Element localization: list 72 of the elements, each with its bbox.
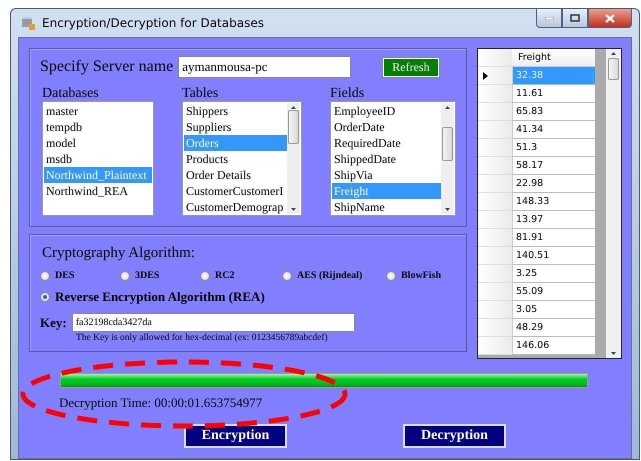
radio-option[interactable]: BlowFish <box>386 270 456 281</box>
list-item[interactable]: EmployeeID <box>332 103 441 119</box>
table-cell: 81.91 <box>512 229 595 247</box>
list-item[interactable]: Shippers <box>184 103 287 119</box>
list-title: Databases <box>42 87 100 101</box>
table-cell: 51.3 <box>512 139 595 157</box>
table-cell: 11.61 <box>512 85 595 103</box>
list-title: Tables <box>182 87 220 101</box>
table-cell: 146.06 <box>512 337 595 355</box>
key-hint: The Key is only allowed for hex-decimal (ex: 0123456789abcdef) <box>76 333 329 343</box>
table-cell: 48.29 <box>512 319 595 337</box>
list-box[interactable]: master tempdb model msdb Northwind_Plaintext Northwind_REA <box>42 101 154 216</box>
list-item[interactable]: tempdb <box>44 119 152 135</box>
list-item[interactable]: Suppliers <box>184 119 287 135</box>
list-item[interactable]: Products <box>184 151 287 167</box>
table-cell: 55.09 <box>512 283 595 301</box>
radio-option[interactable]: 3DES <box>120 270 200 281</box>
action-button[interactable]: Encryption <box>184 424 287 448</box>
list-item[interactable]: msdb <box>44 151 152 167</box>
database-icon <box>20 15 36 31</box>
list-title: Fields <box>330 87 366 101</box>
minimize-button[interactable] <box>536 9 562 28</box>
list-item[interactable]: OrderDate <box>332 119 441 135</box>
list-box[interactable]: EmployeeID OrderDate RequiredDate ShippedDate ShipVia Freight ShipName <box>330 101 456 216</box>
list-item[interactable]: ShippedDate <box>332 151 441 167</box>
list-box[interactable]: Shippers Suppliers Orders Products Order Details CustomerCustomerI CustomerDemograp <box>182 101 302 216</box>
decryption-time: Decryption Time: 00:00:01.653754977 <box>59 395 264 411</box>
table-cell: 140.51 <box>512 247 595 265</box>
server-field[interactable]: aymanmousa-pc <box>178 56 352 78</box>
current-row-icon <box>483 72 488 80</box>
list-item[interactable]: Order Details <box>184 167 287 183</box>
list-item[interactable]: ShipVia <box>332 167 441 183</box>
row-header[interactable] <box>478 67 512 85</box>
table-cell: 22.98 <box>512 175 595 193</box>
list-item[interactable]: model <box>44 135 152 151</box>
radio-option[interactable]: Reverse Encryption Algorithm (REA) <box>40 289 340 305</box>
key-label: Key: <box>40 314 67 330</box>
radio-option[interactable]: AES (Rijndeal) <box>282 270 386 281</box>
action-button[interactable]: Decryption <box>403 424 506 448</box>
list-item[interactable]: CustomerDemograp <box>184 199 287 215</box>
scrollbar-thumb[interactable] <box>288 110 299 144</box>
table-cell: 65.83 <box>512 103 595 121</box>
list-item[interactable]: master <box>44 103 152 119</box>
table-cell: 148.33 <box>512 193 595 211</box>
table-cell: 3.25 <box>512 265 595 283</box>
refresh-button[interactable]: Refresh <box>383 58 439 76</box>
list-item[interactable]: ShipName <box>332 199 441 215</box>
table-cell: 3.05 <box>512 301 595 319</box>
radio-option[interactable]: DES <box>40 270 120 281</box>
scrollbar[interactable] <box>287 103 300 214</box>
scrollbar-thumb[interactable] <box>442 126 453 160</box>
table-cell: 13.97 <box>512 211 595 229</box>
scrollbar[interactable] <box>606 49 621 358</box>
column-header[interactable]: Freight <box>512 49 595 67</box>
algorithm-title: Cryptography Algorithm: <box>42 245 196 262</box>
server-label: Specify Server name <box>40 58 174 76</box>
key-field[interactable]: fa32198cda3427da <box>72 313 355 332</box>
list-item[interactable]: Northwind_REA <box>44 183 152 199</box>
close-button[interactable] <box>588 9 632 28</box>
maximize-button[interactable] <box>562 9 588 28</box>
window-title: Encryption/Decryption for Databases <box>42 16 264 30</box>
table-cell: 41.34 <box>512 121 595 139</box>
table-cell: 58.17 <box>512 157 595 175</box>
scrollbar-thumb[interactable] <box>608 58 619 80</box>
scrollbar[interactable] <box>441 103 454 214</box>
list-item[interactable]: RequiredDate <box>332 135 441 151</box>
minimize-icon <box>544 16 554 20</box>
table-cell: 32.38 <box>512 67 595 85</box>
radio-option[interactable]: RC2 <box>200 270 282 281</box>
close-icon <box>605 14 615 22</box>
list-item[interactable]: CustomerCustomerI <box>184 183 287 199</box>
maximize-icon <box>570 14 580 22</box>
